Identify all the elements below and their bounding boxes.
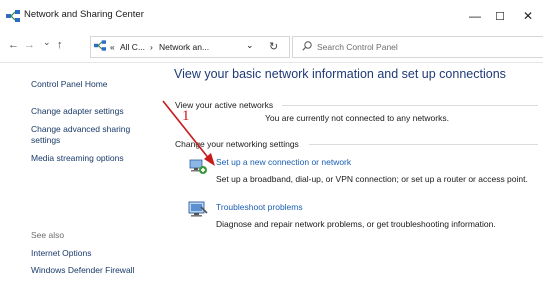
forward-arrow-icon[interactable]: → bbox=[24, 39, 35, 51]
see-also-internet-options[interactable]: Internet Options bbox=[31, 248, 91, 259]
setup-new-connection-link[interactable]: Set up a new connection or network bbox=[216, 157, 351, 167]
annotation-arrow bbox=[162, 100, 215, 166]
sidebar-control-panel-home[interactable]: Control Panel Home bbox=[31, 79, 108, 90]
address-dropdown-icon[interactable]: ⌄ bbox=[246, 40, 254, 51]
search-icon bbox=[302, 41, 312, 51]
chevron-down-icon[interactable]: ⌄ bbox=[43, 37, 51, 48]
sidebar-change-adapter-settings[interactable]: Change adapter settings bbox=[31, 106, 124, 117]
search-placeholder: Search Control Panel bbox=[317, 42, 398, 52]
troubleshoot-problems-description: Diagnose and repair network problems, or… bbox=[216, 219, 496, 229]
annotation-number: 1 bbox=[182, 108, 190, 124]
troubleshoot-icon bbox=[188, 201, 208, 217]
breadcrumb-network-sharing[interactable]: Network an... bbox=[159, 42, 209, 52]
network-center-icon bbox=[6, 10, 20, 22]
sidebar-change-advanced-sharing[interactable]: Change advanced sharing bbox=[31, 124, 130, 135]
troubleshoot-problems-link[interactable]: Troubleshoot problems bbox=[216, 202, 303, 212]
section-divider bbox=[282, 105, 538, 106]
back-arrow-icon[interactable]: ← bbox=[8, 39, 19, 51]
breadcrumb-all-control-panel[interactable]: All C... bbox=[120, 42, 145, 52]
window-title: Network and Sharing Center bbox=[24, 9, 144, 20]
refresh-icon[interactable]: ↻ bbox=[269, 40, 278, 53]
up-arrow-icon[interactable]: ↑ bbox=[57, 39, 63, 51]
see-also-heading: See also bbox=[31, 230, 65, 240]
page-title: View your basic network information and … bbox=[174, 67, 506, 81]
section-divider bbox=[309, 144, 538, 145]
setup-new-connection-description: Set up a broadband, dial-up, or VPN conn… bbox=[216, 174, 528, 184]
see-also-windows-defender-firewall[interactable]: Windows Defender Firewall bbox=[31, 265, 134, 276]
toolbar-divider bbox=[0, 62, 543, 63]
breadcrumb-separator-icon: › bbox=[150, 42, 153, 52]
sidebar-media-streaming-options[interactable]: Media streaming options bbox=[31, 153, 124, 164]
not-connected-text: You are currently not connected to any n… bbox=[265, 113, 449, 123]
network-center-icon bbox=[94, 40, 106, 51]
close-button[interactable]: ✕ bbox=[511, 3, 543, 29]
breadcrumb-overflow-icon[interactable]: « bbox=[110, 42, 115, 52]
sidebar-change-advanced-sharing-cont[interactable]: settings bbox=[31, 135, 60, 146]
